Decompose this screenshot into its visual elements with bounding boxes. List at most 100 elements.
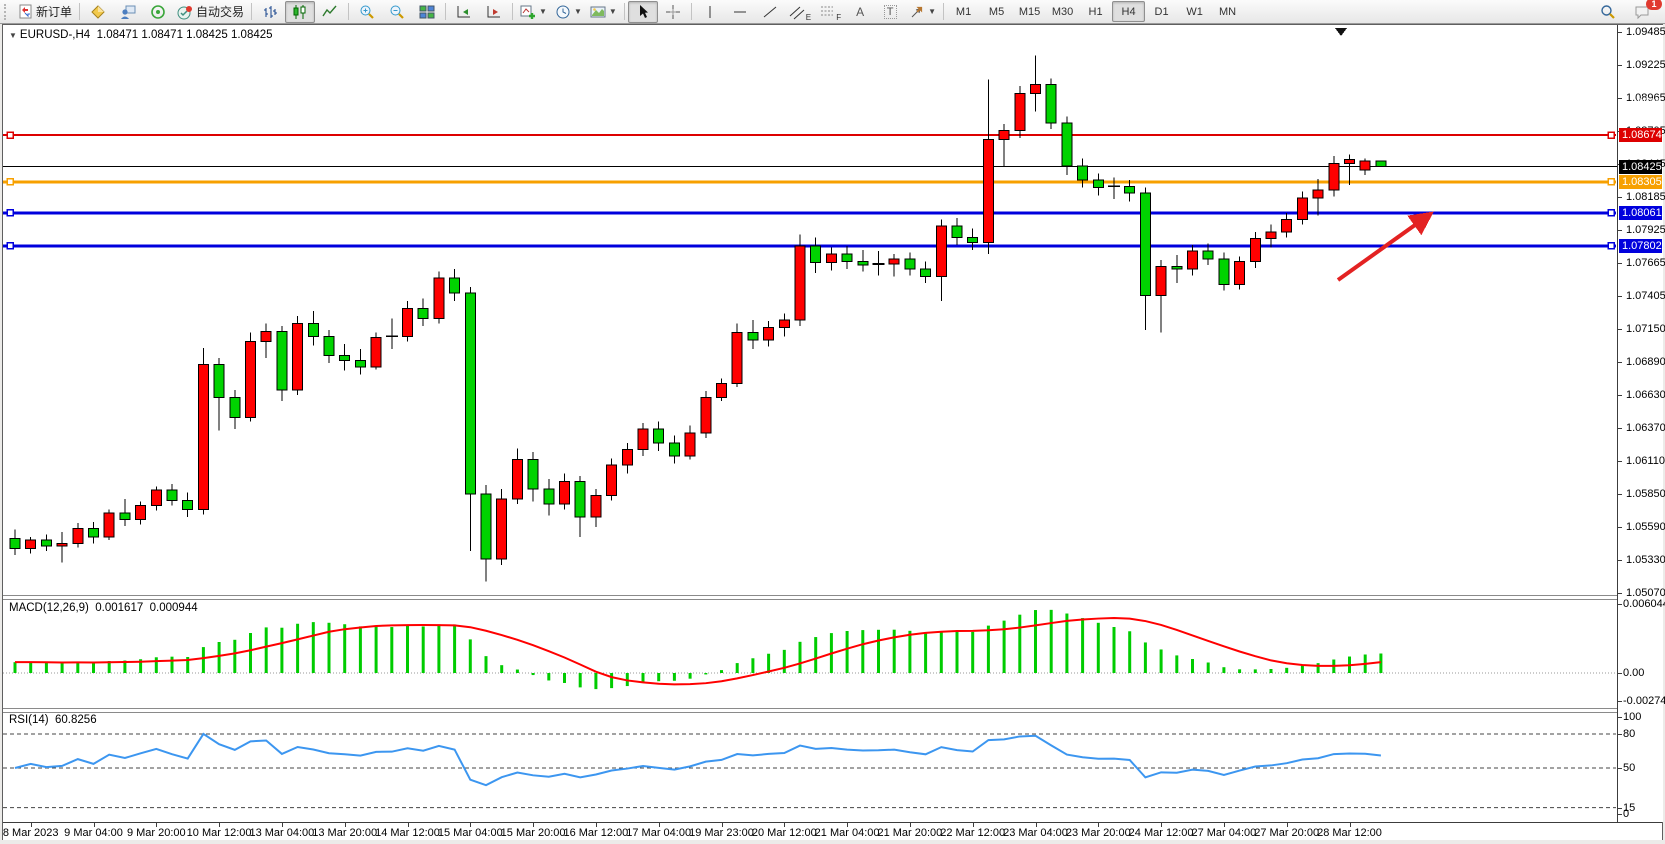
time-axis[interactable]: 8 Mar 20239 Mar 04:009 Mar 20:0010 Mar 1… [3, 822, 1662, 840]
arrows-tool-button[interactable]: ▼ [905, 1, 940, 23]
tile-windows-button[interactable] [412, 1, 442, 23]
price-tick-label: 1.07150 [1626, 323, 1665, 335]
candle-body [26, 540, 36, 549]
candlestick-icon [292, 4, 308, 20]
chart-shift-button[interactable] [479, 1, 509, 23]
arrow-objects-icon [909, 4, 925, 20]
price-flag-1.08926: 1.08926 [1619, 96, 1662, 110]
rsi-tick-mark [1618, 814, 1622, 815]
text-label-tool-button[interactable]: T [875, 1, 905, 23]
candle-body [1203, 251, 1213, 259]
horizontal-line-tool-button[interactable] [725, 1, 755, 23]
accounts-button[interactable] [113, 1, 143, 23]
tab-d1[interactable]: D1 [1145, 1, 1178, 22]
candle-body [748, 333, 758, 341]
candle-body [1031, 85, 1041, 94]
hline-handle[interactable] [7, 100, 13, 106]
channel-tool-button[interactable]: E [785, 1, 815, 23]
hline-handle[interactable] [1608, 210, 1614, 216]
hline-handle[interactable] [7, 210, 13, 216]
tab-m5[interactable]: M5 [980, 1, 1013, 22]
symbol-dropdown-icon[interactable]: ▼ [9, 31, 17, 40]
auto-scroll-button[interactable] [449, 1, 479, 23]
candle-body [983, 139, 993, 242]
price-axis[interactable]: 1.094851.092251.089651.087051.084451.081… [1617, 25, 1663, 822]
indicators-menu-button[interactable]: ▼ [516, 1, 551, 23]
macd-panel[interactable] [3, 600, 1618, 708]
tab-w1[interactable]: W1 [1178, 1, 1211, 22]
hline-handle[interactable] [1608, 243, 1614, 249]
candle-body [905, 259, 915, 269]
macd-axis-label: 0.00 [1623, 667, 1644, 679]
chevron-down-icon: ▼ [609, 8, 617, 16]
search-button[interactable] [1593, 1, 1623, 23]
panel-splitter[interactable] [3, 595, 1662, 600]
quote-low: 1.08425 [186, 29, 228, 41]
text-tool-label: A [856, 5, 864, 19]
trendline-tool-button[interactable] [755, 1, 785, 23]
tab-m15[interactable]: M15 [1013, 1, 1046, 22]
hline-handle[interactable] [7, 179, 13, 185]
price-tick-mark [1618, 230, 1622, 231]
horizontal-line-icon [732, 4, 748, 20]
periods-menu-button[interactable]: ▼ [551, 1, 586, 23]
price-tick-label: 1.09225 [1626, 59, 1665, 71]
main-price-chart[interactable] [3, 25, 1618, 595]
rsi-label: RSI(14) 60.8256 [9, 714, 97, 726]
macd-axis-label: -0.002746 [1623, 695, 1665, 707]
candle-body [10, 538, 20, 548]
templates-menu-button[interactable]: ▼ [586, 1, 621, 23]
indicators-icon [520, 4, 536, 20]
zoom-out-button[interactable] [382, 1, 412, 23]
hline-handle[interactable] [1608, 132, 1614, 138]
panel-splitter[interactable] [3, 708, 1662, 713]
macd-tick-mark [1618, 604, 1622, 605]
rsi-tick-mark [1618, 768, 1622, 769]
cursor-icon [635, 4, 651, 20]
signals-button[interactable] [143, 1, 173, 23]
tab-h4[interactable]: H4 [1112, 1, 1145, 22]
tab-mn[interactable]: MN [1211, 1, 1244, 22]
auto-trading-button[interactable]: 自动交易 [173, 1, 248, 23]
hline-handle[interactable] [7, 243, 13, 249]
chart-shift-marker[interactable] [1335, 28, 1347, 36]
cursor-tool-button[interactable] [628, 1, 658, 23]
quote-high: 1.08471 [141, 29, 183, 41]
candlestick-mode-button[interactable] [285, 1, 315, 23]
line-chart-mode-button[interactable] [315, 1, 345, 23]
tab-m30[interactable]: M30 [1046, 1, 1079, 22]
tab-h1[interactable]: H1 [1079, 1, 1112, 22]
candle-body [654, 429, 664, 443]
hline-handle[interactable] [7, 132, 13, 138]
price-tick-label: 1.06630 [1626, 389, 1665, 401]
chevron-down-icon: ▼ [539, 8, 547, 16]
crosshair-tool-button[interactable] [658, 1, 688, 23]
hline-handle[interactable] [1608, 179, 1614, 185]
notifications-button[interactable]: 1 [1627, 1, 1657, 23]
price-tick-mark [1618, 428, 1622, 429]
bar-chart-mode-button[interactable] [255, 1, 285, 23]
separator [79, 3, 80, 20]
candle-body [811, 246, 821, 263]
new-order-button[interactable]: 新订单 [14, 1, 76, 23]
rsi-panel[interactable] [3, 712, 1618, 822]
candle-body [1282, 219, 1292, 232]
candle-body [1345, 160, 1355, 164]
zoom-in-icon [359, 4, 375, 20]
user-icon [120, 4, 136, 20]
zoom-in-button[interactable] [352, 1, 382, 23]
hline-handle[interactable] [1608, 100, 1614, 106]
rsi-axis-label: 80 [1623, 728, 1635, 740]
vertical-line-tool-button[interactable] [695, 1, 725, 23]
fibonacci-tool-button[interactable]: F [815, 1, 845, 23]
price-tick-label: 1.05590 [1626, 521, 1665, 533]
price-tick-label: 1.05850 [1626, 488, 1665, 500]
price-tick-mark [1618, 560, 1622, 561]
candle-body [1015, 94, 1025, 131]
market-watch-button[interactable] [83, 1, 113, 23]
tab-m1[interactable]: M1 [947, 1, 980, 22]
trend-arrow-annotation[interactable] [1338, 215, 1429, 280]
text-tool-button[interactable]: A [845, 1, 875, 23]
candle-body [544, 489, 554, 504]
chart-window: ▼EURUSD-,H4 1.08471 1.08471 1.08425 1.08… [2, 24, 1663, 840]
